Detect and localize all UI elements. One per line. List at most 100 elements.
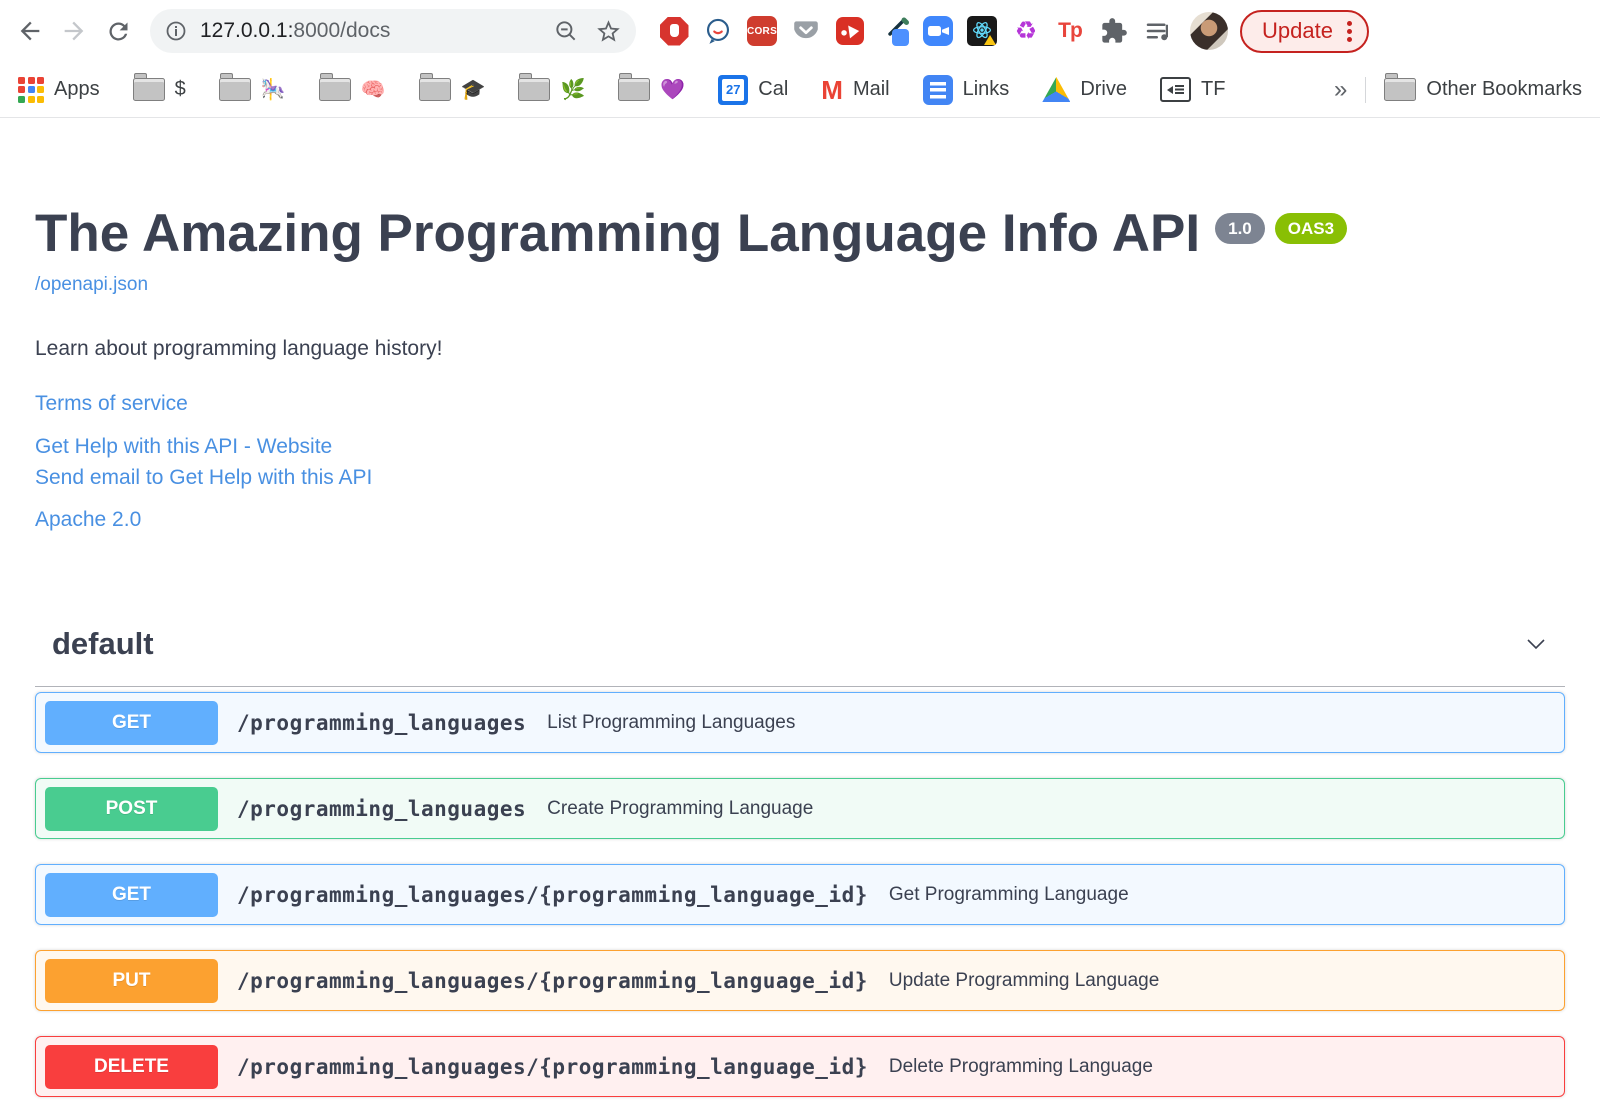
folder-icon bbox=[218, 73, 251, 101]
section-header[interactable]: default bbox=[35, 626, 1565, 688]
endpoint-path: /programming_languages bbox=[237, 796, 527, 821]
video-camera-icon bbox=[923, 16, 953, 46]
bookmark-label: 🌿 bbox=[560, 79, 586, 101]
endpoint-path: /programming_languages/{programming_lang… bbox=[237, 882, 868, 907]
update-label: Update bbox=[1262, 18, 1333, 43]
chevron-down-icon[interactable] bbox=[1524, 632, 1548, 656]
bookmark-star-icon[interactable] bbox=[595, 18, 622, 45]
endpoint-summary: List Programming Languages bbox=[547, 711, 796, 733]
playlist-music-icon bbox=[1146, 23, 1168, 41]
swagger-page: The Amazing Programming Language Info AP… bbox=[0, 204, 1600, 1098]
extensions-menu-button[interactable] bbox=[1092, 9, 1136, 53]
page-info-icon[interactable] bbox=[164, 19, 188, 43]
operation-row[interactable]: POST /programming_languages Create Progr… bbox=[35, 778, 1565, 840]
folder-icon bbox=[518, 73, 551, 101]
forward-arrow-icon bbox=[64, 21, 84, 41]
bookmark-label: Cal bbox=[758, 78, 789, 100]
bookmark-label: Apps bbox=[54, 78, 100, 100]
zoom-extension-icon[interactable] bbox=[916, 9, 960, 53]
operation-row[interactable]: GET /programming_languages/{programming_… bbox=[35, 864, 1565, 926]
license-link[interactable]: Apache 2.0 bbox=[35, 508, 1565, 532]
apps-grid-icon bbox=[18, 76, 44, 103]
bookmark-label: 💜 bbox=[660, 79, 686, 101]
extensions-row: CORS Tp bbox=[652, 9, 1180, 53]
title-badges: 1.0 OAS3 bbox=[1215, 213, 1348, 244]
bookmark-label: $ bbox=[174, 78, 186, 100]
bookmark-item[interactable]: $ bbox=[132, 73, 186, 101]
endpoint-path: /programming_languages/{programming_lang… bbox=[237, 968, 868, 993]
url-text[interactable]: 127.0.0.1:8000/docs bbox=[200, 19, 553, 43]
bookmark-item[interactable]: Drive bbox=[1042, 77, 1127, 102]
endpoint-summary: Update Programming Language bbox=[888, 969, 1160, 991]
bookmark-item[interactable]: 🎠 bbox=[218, 73, 286, 102]
pocket-shield-icon bbox=[794, 21, 818, 39]
bookmark-item[interactable]: 27 Cal bbox=[718, 74, 789, 105]
operation-row[interactable]: GET /programming_languages List Programm… bbox=[35, 692, 1565, 754]
atom-icon bbox=[967, 16, 997, 46]
warning-triangle-icon bbox=[984, 35, 996, 45]
back-button[interactable] bbox=[8, 9, 52, 53]
default-tag-section: default GET /programming_languages List … bbox=[35, 626, 1565, 1098]
method-badge: GET bbox=[45, 700, 218, 745]
bookmark-item[interactable]: 🌿 bbox=[518, 73, 586, 102]
cors-extension-icon[interactable]: CORS bbox=[740, 9, 784, 53]
bookmark-apps[interactable]: Apps bbox=[18, 76, 100, 103]
tp-logo: Tp bbox=[1058, 19, 1083, 42]
browser-toolbar: 127.0.0.1:8000/docs CORS Tp bbox=[0, 0, 1600, 62]
bookmark-label: 🧠 bbox=[360, 79, 386, 101]
bookmark-item[interactable]: 💜 bbox=[618, 73, 686, 102]
bookmarks-divider bbox=[1365, 76, 1367, 103]
chrome-update-button[interactable]: Update bbox=[1240, 9, 1369, 53]
color-picker-extension-icon[interactable] bbox=[872, 9, 916, 53]
tp-extension-icon[interactable]: Tp bbox=[1048, 9, 1092, 53]
bookmark-item[interactable]: Links bbox=[922, 74, 1009, 105]
bookmark-label: 🎠 bbox=[260, 79, 286, 101]
adblock-extension-icon[interactable] bbox=[652, 9, 696, 53]
stop-hand-icon bbox=[659, 16, 689, 46]
bookmark-item[interactable]: Mail bbox=[821, 77, 890, 103]
recycle-extension-icon[interactable] bbox=[1004, 9, 1048, 53]
version-badge: 1.0 bbox=[1215, 213, 1265, 244]
method-badge: POST bbox=[45, 786, 218, 831]
chat-extension-icon[interactable] bbox=[696, 9, 740, 53]
terms-of-service-link[interactable]: Terms of service bbox=[35, 392, 1565, 416]
cal-icon: 27 bbox=[718, 74, 749, 105]
bookmark-item[interactable]: 🧠 bbox=[318, 73, 386, 102]
share-extension-icon[interactable] bbox=[828, 9, 872, 53]
links-icon bbox=[922, 74, 953, 105]
bookmarks-right-group: » Other Bookmarks bbox=[1334, 73, 1582, 104]
reload-button[interactable] bbox=[96, 9, 140, 53]
calendar-day: 27 bbox=[722, 78, 745, 101]
address-bar[interactable]: 127.0.0.1:8000/docs bbox=[150, 9, 636, 53]
contact-website-link[interactable]: Get Help with this API - Website bbox=[35, 435, 1565, 459]
puzzle-piece-icon bbox=[1102, 18, 1127, 43]
kebab-menu-icon bbox=[1346, 28, 1352, 34]
react-devtools-extension-icon[interactable] bbox=[960, 9, 1004, 53]
openapi-spec-link[interactable]: /openapi.json bbox=[35, 274, 148, 296]
pocket-extension-icon[interactable] bbox=[784, 9, 828, 53]
bookmark-other-bookmarks[interactable]: Other Bookmarks bbox=[1384, 73, 1582, 101]
bookmarks-overflow-chevron[interactable]: » bbox=[1334, 76, 1347, 104]
eyedropper-icon bbox=[879, 16, 909, 46]
back-arrow-icon bbox=[20, 21, 40, 41]
zoom-out-icon[interactable] bbox=[553, 18, 579, 44]
operations-list: GET /programming_languages List Programm… bbox=[35, 687, 1565, 1098]
tf-icon bbox=[1159, 77, 1191, 102]
gmail-icon bbox=[821, 77, 843, 103]
bookmark-label: Drive bbox=[1080, 78, 1127, 100]
url-host: 127.0.0.1: bbox=[200, 19, 294, 42]
speech-bubble-icon bbox=[706, 18, 730, 44]
folder-icon bbox=[418, 73, 451, 101]
media-queue-button[interactable] bbox=[1136, 9, 1180, 53]
profile-avatar[interactable] bbox=[1190, 12, 1228, 50]
forward-button[interactable] bbox=[52, 9, 96, 53]
bookmark-item[interactable]: TF bbox=[1159, 77, 1225, 102]
bookmarks-list: $ 🎠 🧠 🎓 🌿 💜 27 Cal Mail Links Drive bbox=[132, 73, 1259, 105]
operation-row[interactable]: PUT /programming_languages/{programming_… bbox=[35, 950, 1565, 1012]
oas3-badge: OAS3 bbox=[1274, 213, 1348, 244]
bookmark-label: Other Bookmarks bbox=[1426, 78, 1582, 100]
operation-row[interactable]: DELETE /programming_languages/{programmi… bbox=[35, 1036, 1565, 1098]
contact-email-link[interactable]: Send email to Get Help with this API bbox=[35, 466, 1565, 490]
bookmark-item[interactable]: 🎓 bbox=[418, 73, 485, 102]
endpoint-summary: Create Programming Language bbox=[547, 797, 814, 819]
